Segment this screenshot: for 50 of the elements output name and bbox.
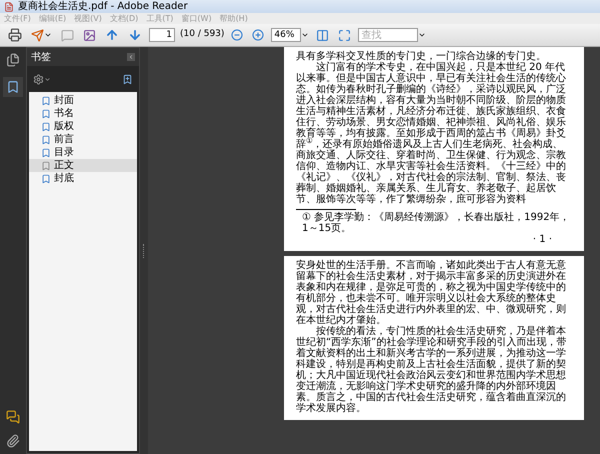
page-paragraph: 安身处世的生活手册。不言而喻，诸如此类出于古人有意无意留幕下的社会生活史素材，对于揭示丰富多采的历史演进外在表象和内在规律，是弥足可贵的，称之视为中国史学传统中的有机部分，也未尝不可。唯开宗明义以社会大系统的整体史观，对古代社会生活史进行内外表里的宏、中、微观研究，则在本世纪内才肇始。 — [296, 260, 567, 326]
page-count: (10 / 593) — [180, 28, 224, 42]
columns-icon — [316, 28, 330, 42]
image-icon — [83, 28, 96, 42]
caret-icon — [44, 76, 51, 82]
zoom-in-button[interactable] — [250, 27, 266, 43]
bookmark-item[interactable]: 版权 — [29, 120, 137, 133]
attachments-button[interactable] — [6, 434, 20, 448]
minus-icon — [231, 29, 244, 41]
page-number: · 1 · — [532, 234, 552, 245]
zoom-out-button[interactable] — [229, 27, 246, 43]
window-title: 夏商社会生活史.pdf - Adobe Reader — [18, 0, 188, 12]
dropdown-caret-icon[interactable] — [301, 31, 310, 39]
page-paragraph: 按传统的看法，专门性质的社会生活史研究，乃是伴着本世纪初“西学东渐”的社会学理论和研究手段的引入而出现，带着文献资料的出土和新兴考古学的一系列进展，为推动这一学科建设，特别是再构史前及上古社会生活面貌，提供了新的契机；大凡中国近现代社会政治风云变幻和世界范围内学术思想变迁潮流，无影响这门学术史研究的盛升降的内外部环境因素。质言之，中国的古代社会生活史研究，蕴含着曲直深沉的学术发展内容。 — [296, 326, 568, 414]
bookmark-item[interactable]: 书名 — [29, 107, 137, 120]
bookmark-item[interactable]: 封底 — [29, 172, 137, 185]
panel-title: 书签 — [31, 50, 51, 64]
pdf-file-icon — [4, 2, 14, 12]
new-bookmark-button[interactable] — [122, 74, 133, 84]
caret-icon — [44, 31, 52, 39]
print-button[interactable] — [6, 26, 24, 44]
gear-icon — [33, 74, 44, 84]
expand-icon — [338, 28, 352, 42]
search-field[interactable]: 查找 — [358, 28, 418, 42]
up-arrow-icon — [105, 28, 119, 42]
paperclip-icon — [6, 434, 20, 448]
chevron-icon — [128, 54, 134, 60]
page-paragraph: 具有多学科交叉性质的专门史，一门综合边缘的专门史。 — [296, 51, 547, 62]
bookmarks-panel-button[interactable] — [3, 77, 23, 97]
pages-panel-button[interactable] — [6, 53, 20, 67]
bookmark-item[interactable]: 目录 — [29, 146, 137, 159]
speech-bubble-icon — [61, 28, 74, 42]
speech-bubbles-icon — [6, 410, 20, 424]
dropdown-caret-icon[interactable] — [418, 31, 426, 39]
bookmark-icon — [6, 80, 20, 94]
printer-icon — [8, 28, 22, 42]
zoom-field[interactable]: 46% — [271, 28, 302, 42]
footnote: ① 参见李学勤：《周易经传溯源》，长春出版社，1992年，1～15页。 — [301, 212, 571, 234]
bookmark-item[interactable]: 正文 — [29, 159, 137, 172]
bookmark-item[interactable]: 前言 — [29, 133, 137, 146]
bookmark-plus-icon — [122, 74, 133, 84]
bookmark-item[interactable]: 封面 — [29, 94, 137, 107]
paper-plane-icon — [31, 28, 44, 42]
pages-icon — [6, 53, 20, 67]
page-number-field[interactable]: 1 — [149, 28, 175, 42]
page-paragraph: 这门富有的学术专史，在中国兴起，只是本世纪 20 年代以来事。但是中国古人意识中，早已有关注社会生活的传统心态。如传为春秋时孔子删编的《诗经》，采诗以观民风，广泛进入社会深层结构，容有大量为当时朝不同阶级、阶层的物质生活与精神生活素材，凡经济分布迁徙、族氏家族组织、衣食住行、劳动场景、男女恋情婚姻、祀神崇祖、风尚礼俗、娱乐教育等等，均有披露。至如形成于西周的筮占书《周易》卦爻辞$^{①}$，还录有原始婚俗遗风及上古人们生老病死、社会构成、商旅交通、人际交往、穿着时尚、卫生保健、行为观念、宗教信仰、造物内讧、水旱灾害等社会生活资料。《十三经》中的《礼记》、《仪礼》，对古代社会的宗法制、官制、祭法、丧葬制、婚姻婚礼、亲属关系、生儿育女、养老敬子、起居饮节、服饰等次等等，作了繁缛纷杂，庶可形容为资料 — [296, 62, 567, 205]
comments-button[interactable] — [6, 410, 20, 424]
plus-icon — [252, 29, 264, 41]
options-button[interactable] — [33, 74, 51, 84]
collapse-panel-button[interactable] — [127, 53, 135, 61]
